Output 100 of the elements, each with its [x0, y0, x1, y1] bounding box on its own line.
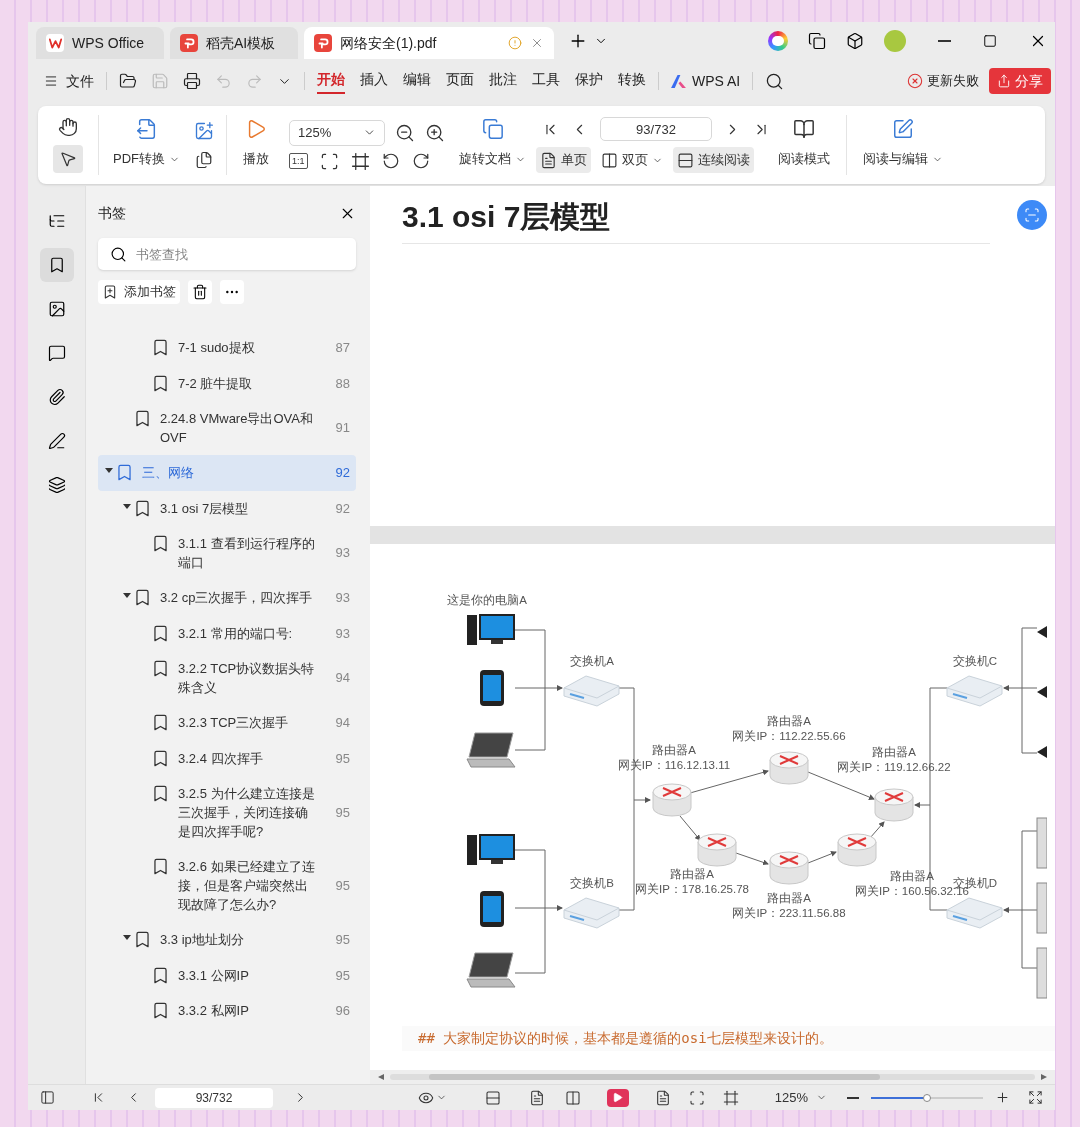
ribbon-tab[interactable]: 工具	[532, 68, 560, 94]
bookmark-item[interactable]: 3.2.2 TCP协议数据头特殊含义 94	[98, 651, 356, 705]
caret-down-icon[interactable]	[122, 501, 131, 510]
bookmark-item[interactable]: 3.3.1 公网IP 95	[98, 957, 356, 993]
router-label: 路由器A	[767, 715, 811, 727]
select-tool[interactable]	[53, 145, 83, 173]
page-number: 94	[334, 669, 350, 688]
play-button[interactable]	[606, 1088, 629, 1107]
caret-down-icon[interactable]	[122, 933, 131, 941]
bookmark-title: 3.3.2 私网IP	[178, 1002, 250, 1020]
bookmark-item[interactable]: 3.2 cp三次握手，四次挥手 93	[98, 580, 356, 616]
caret-down-icon[interactable]	[104, 466, 113, 474]
share-icon	[997, 74, 1011, 88]
floating-tool-button[interactable]	[1017, 200, 1047, 230]
play-button[interactable]: 播放	[239, 146, 273, 172]
share-button[interactable]: 分享	[989, 68, 1051, 94]
pointer-icon	[59, 150, 77, 168]
bookmark-item[interactable]: 3.2.1 常用的端口号: 93	[98, 615, 356, 651]
network-switch-icon	[563, 897, 620, 929]
view-mode-button[interactable]: 连续阅读	[673, 147, 754, 173]
bookmark-title: 3.2.6 如果已经建立了连接，但是客户端突然出现故障了怎么办?	[178, 858, 316, 914]
bookmark-icon	[151, 713, 170, 732]
actual-size-button[interactable]: 1:1	[289, 153, 308, 169]
zoom-in-icon	[995, 1090, 1010, 1105]
bookmark-icon	[151, 534, 170, 553]
ribbon-tab[interactable]: 转换	[618, 68, 646, 94]
page-number-field[interactable]: 93/732	[155, 1087, 273, 1108]
continuous-icon	[677, 151, 694, 169]
bookmark-item[interactable]: 3.1 osi 7层模型 92	[98, 490, 356, 526]
horizontal-scrollbar[interactable]	[370, 1070, 1055, 1084]
zoom-slider[interactable]	[871, 1092, 983, 1103]
page-number-field[interactable]: 93/732	[600, 117, 712, 142]
search-field[interactable]: 书签查找	[98, 238, 356, 270]
gateway-ip-label: 网关IP：112.22.55.66	[732, 730, 846, 742]
bookmark-item[interactable]: 3.1.1 查看到运行程序的端口 93	[98, 526, 356, 580]
view-mode-button[interactable]: 双页	[597, 147, 667, 173]
bookmark-icon	[133, 409, 152, 428]
arrow-line	[544, 685, 563, 691]
zoom-select[interactable]: 125%	[289, 119, 385, 146]
page-number: 95	[334, 966, 350, 985]
ribbon-tab[interactable]: 页面	[446, 68, 474, 94]
play-icon	[612, 1092, 624, 1103]
router-label: 路由器A	[670, 868, 714, 880]
ribbon-tab[interactable]: 批注	[489, 68, 517, 94]
sidebar-tool[interactable]	[39, 248, 74, 282]
bookmark-item[interactable]: 3.2.4 四次挥手 95	[98, 740, 356, 776]
hand-tool-icon	[58, 117, 78, 137]
document-tab[interactable]: 稻壳AI模板	[170, 27, 298, 59]
page-number: 95	[334, 803, 350, 822]
bookmark-icon	[151, 373, 170, 393]
bookmark-icon	[133, 930, 152, 949]
page-number: 87	[334, 339, 350, 357]
ribbon-tab[interactable]: 保护	[575, 68, 603, 94]
bookmark-item[interactable]: 7-1 sudo提权 87	[98, 330, 356, 366]
router-icon	[769, 851, 809, 885]
zoom-level[interactable]: 125%	[774, 1087, 808, 1108]
warning-icon	[508, 36, 522, 50]
bookmark-icon	[133, 498, 152, 518]
gateway-ip-label: 网关IP：223.11.56.88	[732, 907, 846, 919]
read-mode-button[interactable]: 阅读模式	[774, 146, 834, 172]
bookmark-item[interactable]: 3.2.5 为什么建立连接是三次握手，关闭连接确是四次挥手呢? 95	[98, 776, 356, 849]
save-icon	[151, 72, 169, 90]
rotate-document-button[interactable]: 旋转文档	[455, 146, 530, 172]
ribbon-tab[interactable]: 插入	[360, 68, 388, 94]
delete-button[interactable]	[188, 280, 212, 304]
bookmark-title: 3.2.4 四次挥手	[178, 749, 264, 768]
more-button[interactable]	[220, 280, 244, 304]
caret-down-icon[interactable]	[122, 591, 131, 599]
bookmark-item[interactable]: 3.2.6 如果已经建立了连接，但是客户端突然出现故障了怎么办? 95	[98, 849, 356, 922]
scroll-left-icon[interactable]	[378, 1074, 384, 1080]
folder-icon	[119, 72, 137, 90]
bookmark-item[interactable]: 3.2.3 TCP三次握手 94	[98, 705, 356, 741]
bookmark-item[interactable]: 3.3.2 私网IP 96	[98, 993, 356, 1029]
fit-page-icon	[654, 1089, 671, 1106]
ai-logo-icon	[671, 74, 686, 88]
ribbon-tab[interactable]: 编辑	[403, 68, 431, 94]
add-bookmark-icon	[102, 284, 118, 300]
arrow-line	[807, 771, 875, 800]
file-menu[interactable]: 文件	[44, 70, 94, 92]
bookmark-item[interactable]: 3.3 ip地址划分 95	[98, 922, 356, 958]
add-bookmark-button[interactable]: 添加书签	[98, 280, 180, 304]
bookmark-title: 7-1 sudo提权	[178, 339, 256, 357]
assistant-logo-icon[interactable]	[768, 31, 788, 51]
scroll-right-icon[interactable]	[1041, 1074, 1047, 1080]
ribbon-tab[interactable]: 开始	[317, 68, 345, 94]
bookmark-item[interactable]: 2.24.8 VMware导出OVA和OVF 91	[98, 401, 356, 455]
view-mode-button[interactable]: 单页	[536, 147, 591, 173]
panel-title: 书签	[98, 203, 126, 223]
document-tab[interactable]: WPS Office	[36, 27, 164, 59]
copy-pages-icon	[195, 151, 213, 169]
read-edit-button[interactable]: 阅读与编辑	[859, 146, 947, 172]
document-tab[interactable]: 网络安全(1).pdf	[304, 27, 554, 59]
wps-ai-button[interactable]: WPS AI	[671, 70, 741, 92]
pdf-convert-button[interactable]: PDF转换	[109, 146, 184, 172]
zoom-out-icon[interactable]	[847, 1096, 859, 1099]
update-status-button[interactable]: 更新失败	[907, 71, 979, 91]
bookmark-item[interactable]: 三、网络 92	[98, 455, 356, 491]
bookmark-item[interactable]: 7-2 脏牛提取 88	[98, 365, 356, 401]
gateway-ip-label: 网关IP：119.12.66.22	[837, 761, 951, 773]
single-page-icon	[528, 1089, 545, 1106]
